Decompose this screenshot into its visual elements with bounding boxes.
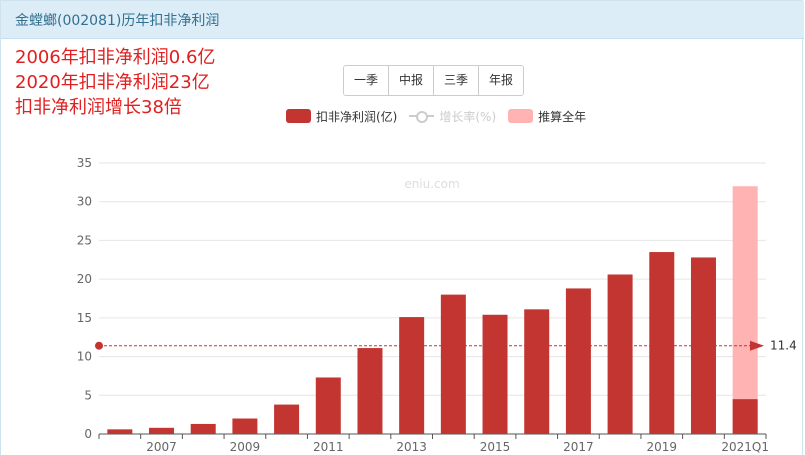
x-tick-label: 2013 [396,440,427,454]
y-tick-label: 0 [84,427,92,441]
bar [482,314,508,434]
bar [732,399,758,434]
x-tick-label: 2019 [647,440,678,454]
bar [190,423,216,434]
y-tick-label: 30 [77,195,92,209]
x-tick-label: 2021Q1 [721,440,769,454]
bar [524,309,550,434]
bar-chart: 0 5 10 15 20 25 30 35 eniu.com 2007 2009 2011 2013 20… [77,156,797,454]
watermark-text: eniu.com [404,177,459,191]
bar [440,294,466,434]
y-tick-label: 25 [77,233,92,247]
x-tick-label: 2015 [480,440,511,454]
bar [357,348,383,434]
bar [315,377,341,434]
bar [399,317,425,434]
x-tick-label: 2009 [230,440,261,454]
y-tick-label: 5 [84,388,92,402]
y-tick-label: 10 [77,350,92,364]
bar [149,427,175,434]
bar [274,404,300,434]
bar [107,429,133,434]
x-tick-label: 2007 [146,440,177,454]
bar-estimate [732,186,758,434]
x-tick-label: 2017 [563,440,594,454]
average-line-label: 11.4 [770,339,797,353]
y-tick-label: 35 [77,156,92,170]
bar [565,288,591,434]
bar [649,252,675,434]
bar [607,274,633,434]
y-tick-label: 20 [77,272,92,286]
bar [232,418,258,434]
y-tick-label: 15 [77,311,92,325]
x-tick-label: 2011 [313,440,344,454]
